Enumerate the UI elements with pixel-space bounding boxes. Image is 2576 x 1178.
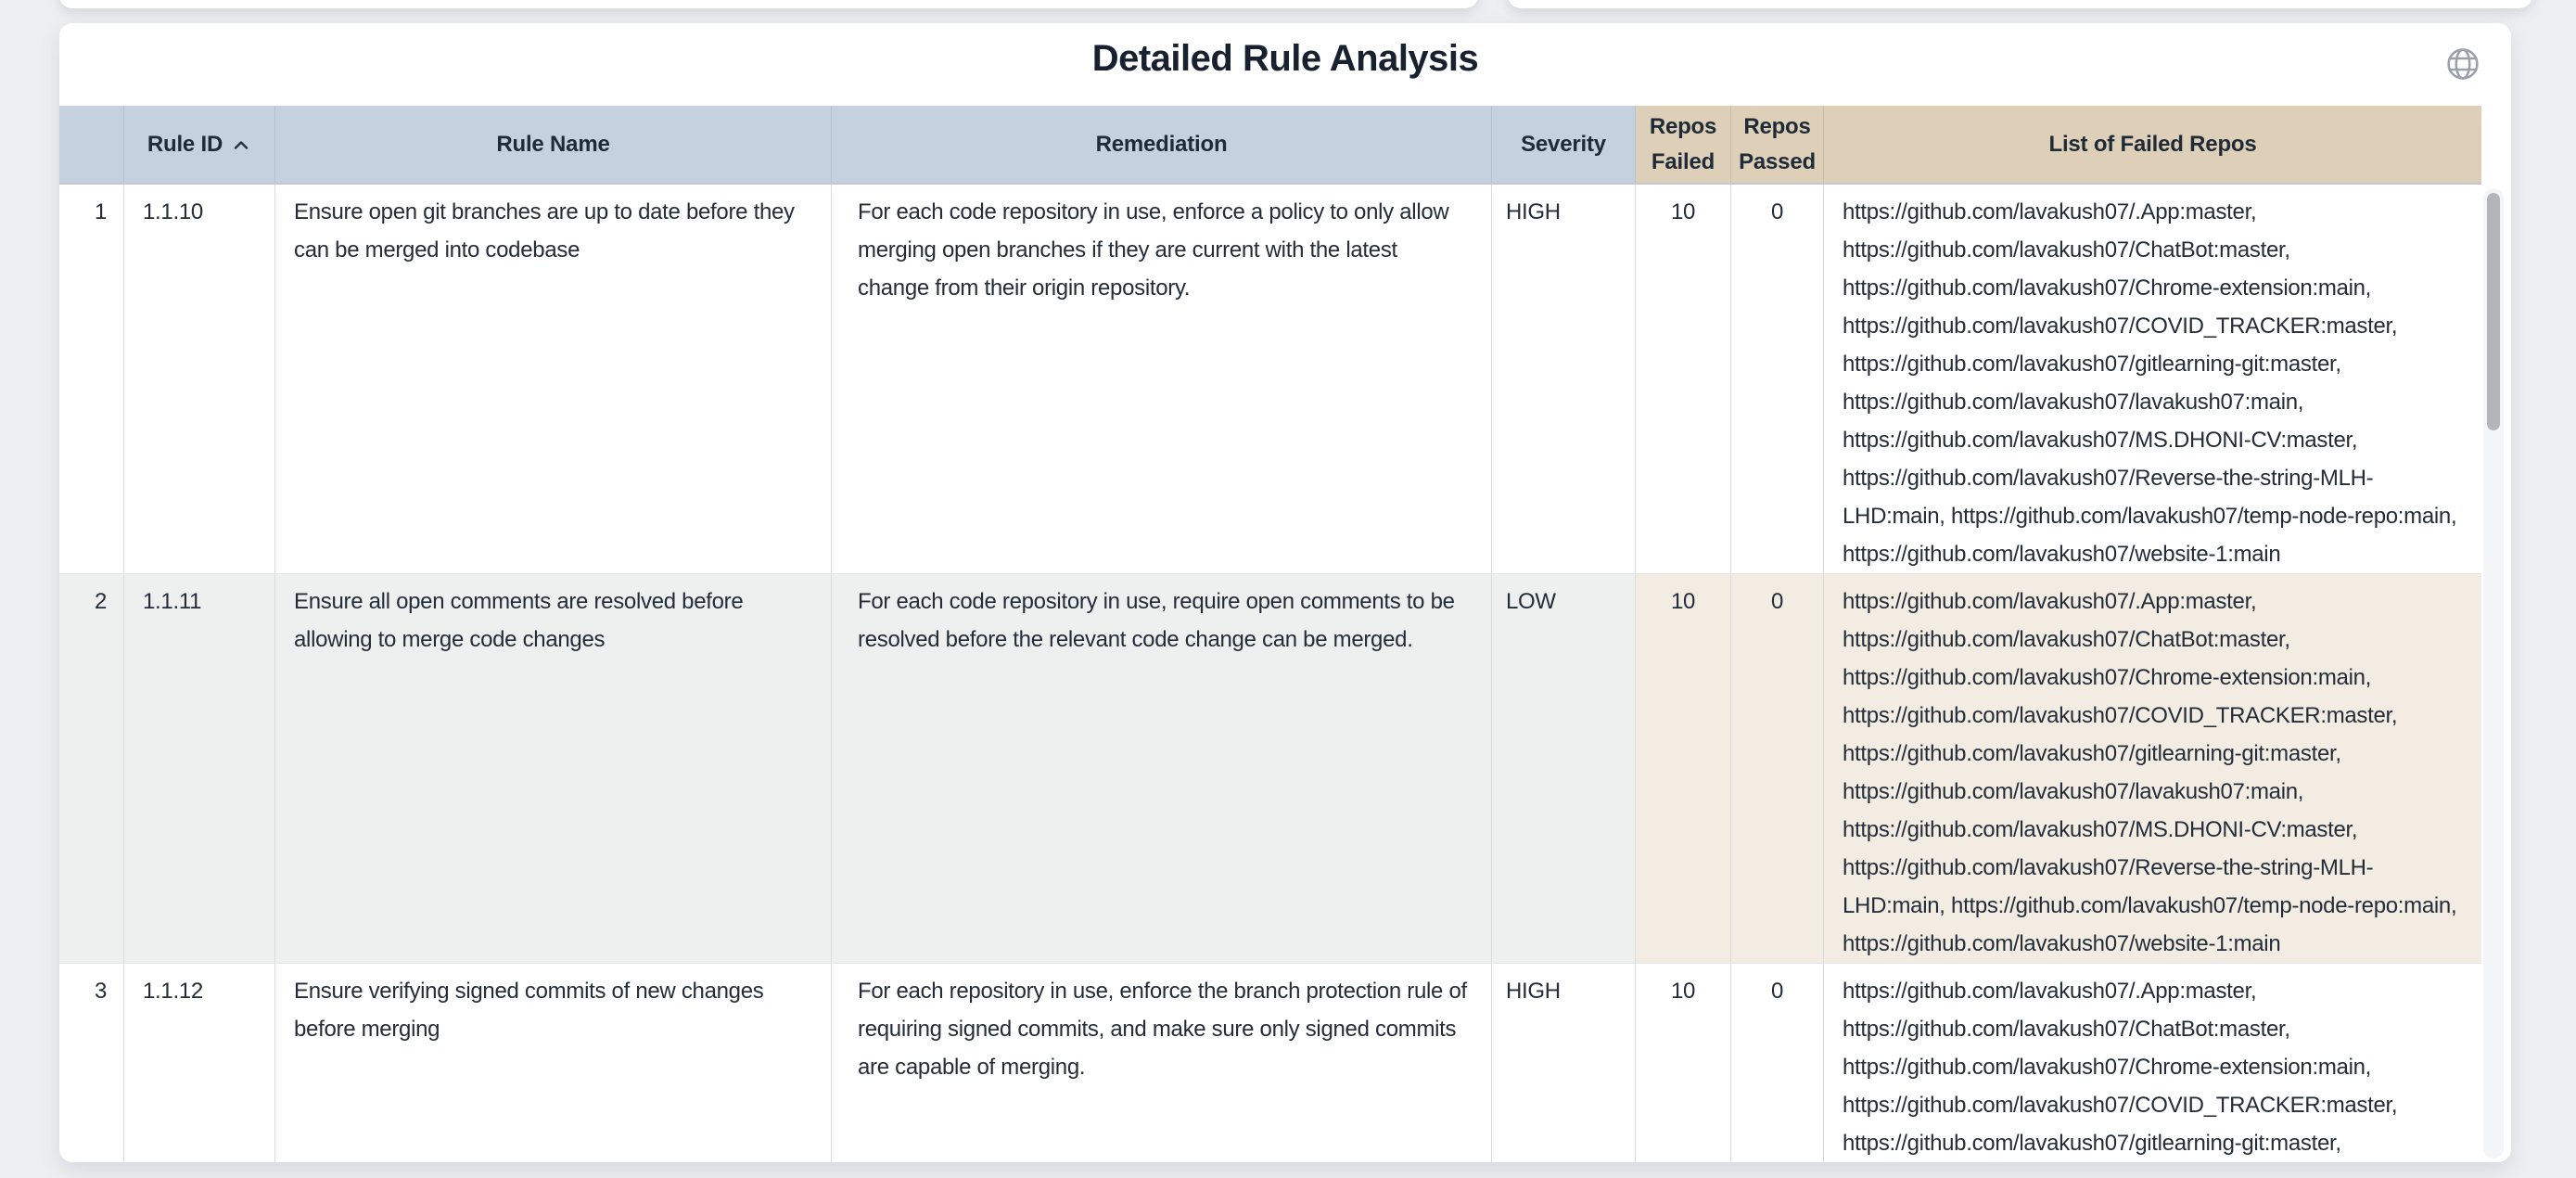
vertical-scrollbar[interactable] bbox=[2483, 188, 2504, 1159]
table-body: 1 1.1.10 Ensure open git branches are up… bbox=[59, 185, 2481, 1162]
cell-rule-name: Ensure all open comments are resolved be… bbox=[275, 574, 832, 963]
cell-failed-repos-list: https://github.com/lavakush07/.App:maste… bbox=[1824, 185, 2481, 573]
detailed-rule-analysis-card: Detailed Rule Analysis Rule ID Rule Name… bbox=[59, 23, 2511, 1162]
page: { "card": { "title": "Detailed Rule Anal… bbox=[0, 0, 2576, 1178]
top-card-left bbox=[59, 0, 1478, 8]
cell-remediation: For each code repository in use, require… bbox=[832, 574, 1492, 963]
cell-repos-failed: 10 bbox=[1636, 574, 1731, 963]
cell-failed-repos-list: https://github.com/lavakush07/.App:maste… bbox=[1824, 964, 2481, 1162]
cell-rule-id: 1.1.11 bbox=[124, 574, 275, 963]
cell-rule-name: Ensure open git branches are up to date … bbox=[275, 185, 832, 573]
page-title: Detailed Rule Analysis bbox=[59, 38, 2511, 80]
column-header-rule-id[interactable]: Rule ID bbox=[124, 106, 275, 183]
cell-repos-failed: 10 bbox=[1636, 185, 1731, 573]
column-header-rule-id-label: Rule ID bbox=[147, 127, 223, 162]
cell-row-index: 1 bbox=[59, 185, 124, 573]
cell-repos-passed: 0 bbox=[1731, 185, 1824, 573]
globe-icon[interactable] bbox=[2444, 46, 2481, 83]
cell-severity: LOW bbox=[1492, 574, 1636, 963]
cell-repos-passed: 0 bbox=[1731, 964, 1824, 1162]
column-header-rule-name[interactable]: Rule Name bbox=[275, 106, 832, 183]
cell-severity: HIGH bbox=[1492, 964, 1636, 1162]
cell-row-index: 2 bbox=[59, 574, 124, 963]
table-row: 2 1.1.11 Ensure all open comments are re… bbox=[59, 574, 2481, 964]
cell-rule-name: Ensure verifying signed commits of new c… bbox=[275, 964, 832, 1162]
column-header-severity[interactable]: Severity bbox=[1492, 106, 1636, 183]
cell-remediation: For each code repository in use, enforce… bbox=[832, 185, 1492, 573]
cell-repos-passed: 0 bbox=[1731, 574, 1824, 963]
table-row: 1 1.1.10 Ensure open git branches are up… bbox=[59, 185, 2481, 574]
chevron-up-icon bbox=[231, 134, 251, 155]
scrollbar-thumb[interactable] bbox=[2487, 193, 2500, 430]
column-header-failed-repos-list[interactable]: List of Failed Repos bbox=[1824, 106, 2481, 183]
cell-severity: HIGH bbox=[1492, 185, 1636, 573]
cell-remediation: For each repository in use, enforce the … bbox=[832, 964, 1492, 1162]
column-header-repos-failed[interactable]: Repos Failed bbox=[1636, 106, 1731, 183]
column-header-index bbox=[59, 106, 124, 183]
cell-repos-failed: 10 bbox=[1636, 964, 1731, 1162]
rule-analysis-table: Rule ID Rule Name Remediation Severity R… bbox=[59, 106, 2481, 1162]
cell-failed-repos-list: https://github.com/lavakush07/.App:maste… bbox=[1824, 574, 2481, 963]
table-header-row: Rule ID Rule Name Remediation Severity R… bbox=[59, 106, 2481, 185]
table-row: 3 1.1.12 Ensure verifying signed commits… bbox=[59, 964, 2481, 1162]
cell-rule-id: 1.1.10 bbox=[124, 185, 275, 573]
cell-rule-id: 1.1.12 bbox=[124, 964, 275, 1162]
column-header-repos-passed[interactable]: Repos Passed bbox=[1731, 106, 1824, 183]
column-header-remediation[interactable]: Remediation bbox=[832, 106, 1492, 183]
cell-row-index: 3 bbox=[59, 964, 124, 1162]
top-card-right bbox=[1508, 0, 2532, 8]
